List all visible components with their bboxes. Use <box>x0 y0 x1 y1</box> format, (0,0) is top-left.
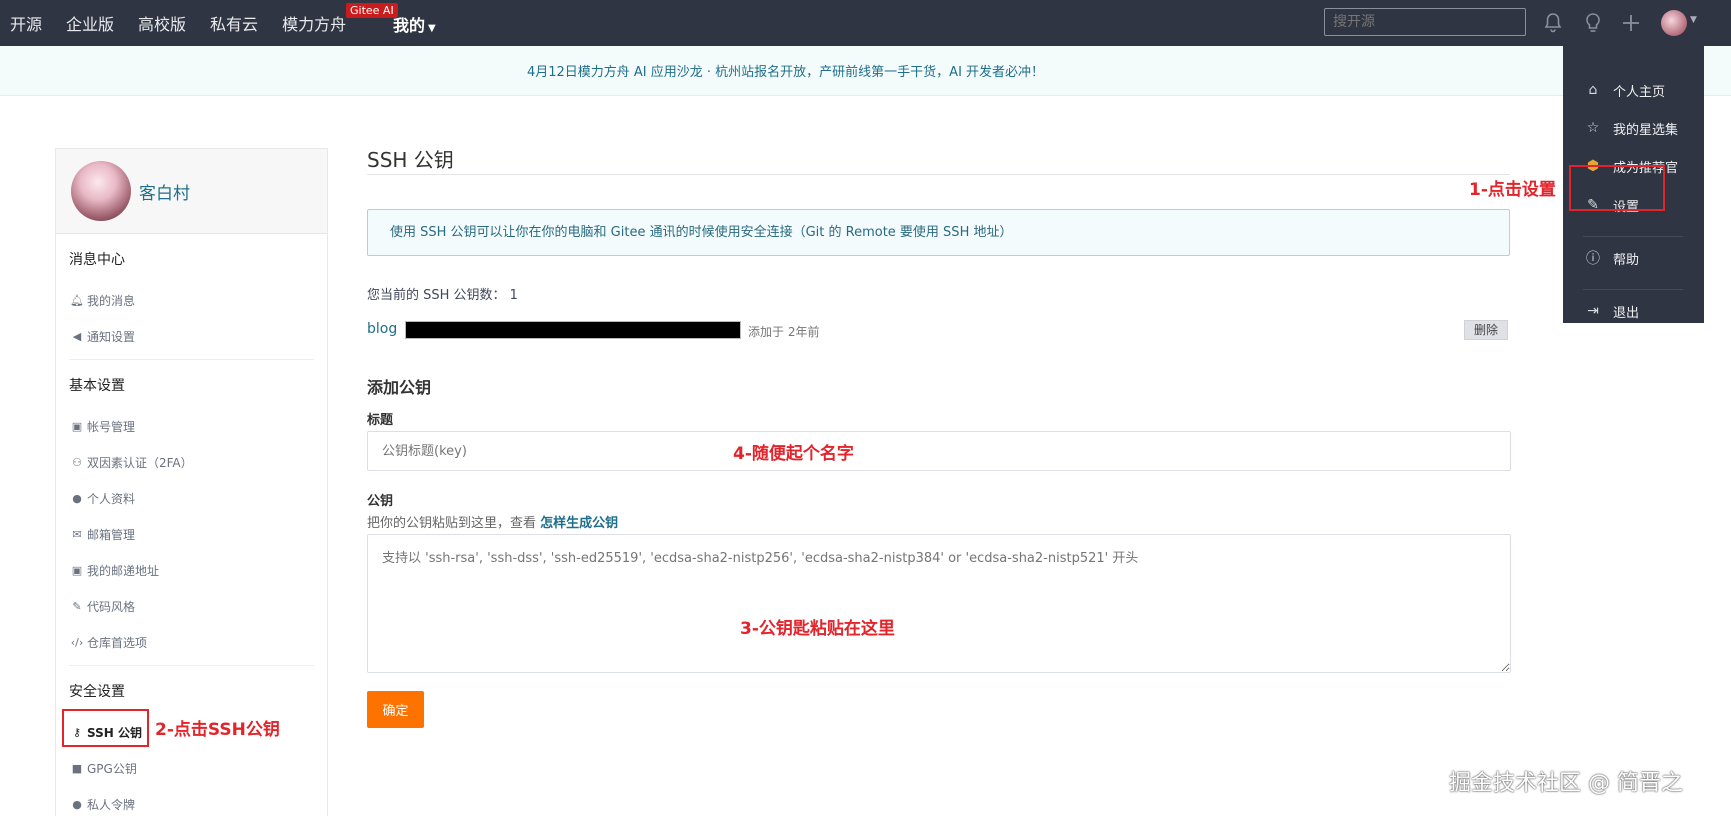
section-title: 安全设置 <box>69 684 125 700</box>
menu-item-home[interactable]: ⌂ 个人主页 <box>1563 73 1704 107</box>
sidebar-item-label: GPG公钥 <box>87 761 137 776</box>
watermark: 掘金技术社区 @ 简晋之 <box>1449 771 1683 796</box>
gitee-ai-badge[interactable]: Gitee AI <box>346 3 398 18</box>
help-icon: ⓘ <box>1586 251 1600 267</box>
envelope-icon: ✉ <box>72 527 82 541</box>
sidebar-item-notification-settings[interactable]: ◀ 通知设置 <box>69 318 314 354</box>
divider <box>367 174 1510 175</box>
ssh-key-count: 您当前的 SSH 公钥数： 1 <box>367 288 518 303</box>
divider <box>69 359 314 360</box>
brush-icon: ✎ <box>72 599 82 613</box>
sidebar-item-profile[interactable]: ● 个人资料 <box>69 480 314 516</box>
section-title: 基本设置 <box>69 378 125 394</box>
ssh-key-row: blog 添加于 2年前 删除 <box>367 320 1510 340</box>
divider <box>1583 236 1683 237</box>
key-label: 公钥 <box>367 494 394 509</box>
ssh-highlight-box <box>62 709 149 747</box>
page-title: SSH 公钥 <box>367 148 454 172</box>
ssh-key-fingerprint-redacted <box>405 321 741 339</box>
menu-item-logout[interactable]: ⇥ 退出 <box>1563 294 1704 328</box>
sidebar-item-gpg-keys[interactable]: ■ GPG公钥 <box>69 750 314 786</box>
delete-key-button[interactable]: 删除 <box>1464 320 1508 340</box>
sidebar-item-email[interactable]: ✉ 邮箱管理 <box>69 516 314 552</box>
nav-mine-label: 我的 <box>393 16 426 35</box>
announcement-banner[interactable]: 4月12日模力方舟 AI 应用沙龙 · 杭州站报名开放，产研前线第一手干货，AI… <box>0 46 1731 96</box>
sidebar-item-tokens[interactable]: ● 私人令牌 <box>69 786 314 816</box>
sidebar-item-label: 通知设置 <box>87 329 136 344</box>
chevron-down-icon[interactable]: ▼ <box>1690 15 1697 25</box>
ssh-key-added-time: 添加于 2年前 <box>748 325 820 339</box>
plus-icon[interactable] <box>1619 11 1643 35</box>
menu-item-label: 帮助 <box>1613 252 1640 268</box>
lightbulb-icon[interactable] <box>1581 11 1605 35</box>
banner-text[interactable]: 4月12日模力方舟 AI 应用沙龙 · 杭州站报名开放，产研前线第一手干货，AI… <box>527 61 1044 80</box>
search-input[interactable] <box>1324 8 1526 36</box>
home-icon: ⌂ <box>1588 82 1598 98</box>
avatar[interactable] <box>1661 10 1687 36</box>
star-icon: ☆ <box>1586 120 1600 136</box>
sidebar-item-label: 帐号管理 <box>87 419 136 434</box>
nav-enterprise[interactable]: 企业版 <box>66 11 114 35</box>
nav-open-source[interactable]: 开源 <box>10 11 42 35</box>
sidebar-item-mailing-address[interactable]: ▣ 我的邮递地址 <box>69 552 314 588</box>
add-key-heading: 添加公钥 <box>367 378 432 397</box>
profile-avatar[interactable] <box>71 161 131 221</box>
sidebar-item-label: 仓库首选项 <box>87 635 148 650</box>
bell-icon[interactable] <box>1541 11 1565 35</box>
sidebar-item-label: 邮箱管理 <box>87 527 136 542</box>
user-shield-icon: ⚇ <box>72 455 82 469</box>
section-title: 消息中心 <box>69 252 125 268</box>
menu-item-label: 退出 <box>1613 305 1640 321</box>
annotation-step-1: 1-点击设置 <box>1469 180 1556 200</box>
chevron-down-icon: ▼ <box>428 23 436 34</box>
annotation-step-4: 4-随便起个名字 <box>733 444 854 464</box>
key-hint-text: 把你的公钥粘贴到这里，查看 <box>367 516 537 531</box>
user-icon: ● <box>72 491 82 505</box>
menu-item-starred[interactable]: ☆ 我的星选集 <box>1563 111 1704 145</box>
user-lock-icon: ● <box>72 797 82 811</box>
sidebar-item-label: 私人令牌 <box>87 797 136 812</box>
profile-name[interactable]: 客白村 <box>139 179 190 204</box>
info-alert: 使用 SSH 公钥可以让你在你的电脑和 Gitee 通讯的时候使用安全连接（Gi… <box>367 209 1510 256</box>
menu-item-label: 个人主页 <box>1613 84 1666 100</box>
menu-item-help[interactable]: ⓘ 帮助 <box>1563 241 1704 275</box>
settings-highlight-box <box>1569 165 1665 211</box>
nav-mine[interactable]: 我的 ▼ <box>393 12 436 36</box>
sidebar-item-label: 个人资料 <box>87 491 136 506</box>
ssh-key-name[interactable]: blog <box>367 321 397 337</box>
section-basic-settings: 基本设置 ▣ 帐号管理 ⚇ 双因素认证（2FA） ● 个人资料 ✉ 邮箱管理 ▣ 我的邮递… <box>56 364 327 660</box>
sidebar-item-repo-preferences[interactable]: ‹/› 仓库首选项 <box>69 624 314 660</box>
divider <box>69 665 314 666</box>
public-key-textarea[interactable] <box>367 534 1511 673</box>
annotation-step-2: 2-点击SSH公钥 <box>155 720 280 740</box>
sidebar-item-2fa[interactable]: ⚇ 双因素认证（2FA） <box>69 444 314 480</box>
nav-moli[interactable]: 模力方舟 <box>282 11 346 35</box>
sidebar-item-label: 代码风格 <box>87 599 136 614</box>
divider <box>1583 289 1683 290</box>
menu-item-label: 我的星选集 <box>1613 122 1679 138</box>
profile-card: 客白村 <box>56 149 327 234</box>
sidebar-item-label: 我的消息 <box>87 293 136 308</box>
sidebar-item-account[interactable]: ▣ 帐号管理 <box>69 408 314 444</box>
sidebar-item-my-messages[interactable]: 🔔︎ 我的消息 <box>69 282 314 318</box>
sidebar-item-label: 双因素认证（2FA） <box>87 455 193 470</box>
section-message-center: 消息中心 🔔︎ 我的消息 ◀ 通知设置 <box>56 238 327 354</box>
address-card-icon: ▣ <box>71 563 83 577</box>
sidebar-item-label: 我的邮递地址 <box>87 563 160 578</box>
annotation-step-3: 3-公钥匙粘贴在这里 <box>740 619 895 639</box>
id-card-icon: ▣ <box>71 419 83 433</box>
how-to-generate-link[interactable]: 怎样生成公钥 <box>540 516 618 531</box>
sidebar-item-code-style[interactable]: ✎ 代码风格 <box>69 588 314 624</box>
code-icon: ‹/› <box>70 635 84 649</box>
title-label: 标题 <box>367 413 394 428</box>
confirm-button[interactable]: 确定 <box>367 691 424 728</box>
bell-icon: 🔔︎ <box>70 293 84 307</box>
lock-icon: ■ <box>71 761 83 775</box>
logout-icon: ⇥ <box>1587 303 1599 319</box>
nav-education[interactable]: 高校版 <box>138 11 186 35</box>
key-hint: 把你的公钥粘贴到这里，查看 怎样生成公钥 <box>367 512 618 531</box>
nav-private-cloud[interactable]: 私有云 <box>210 11 258 35</box>
speaker-icon: ◀ <box>72 329 82 343</box>
key-title-input[interactable] <box>367 431 1511 471</box>
